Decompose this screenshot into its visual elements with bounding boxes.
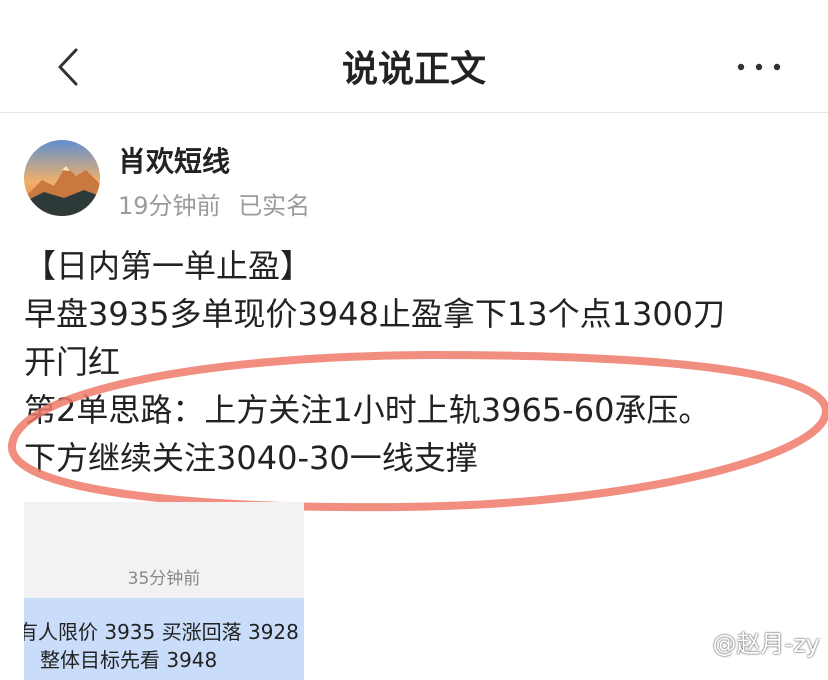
post-content: 【日内第一单止盈】 早盘3935多单现价3948止盈拿下13个点1300刀 开门… — [24, 242, 814, 482]
image-thumbnail[interactable]: 35分钟前 有人限价 3935 买涨回落 3928 整体目标先看 3948 — [24, 502, 304, 680]
post-line: 开门红 — [24, 343, 121, 381]
page-title: 说说正文 — [341, 49, 486, 90]
avatar[interactable] — [24, 140, 100, 216]
more-dots-icon[interactable] — [734, 52, 784, 82]
post-line: 早盘3935多单现价3948止盈拿下13个点1300刀 — [24, 295, 726, 333]
watermark: @赵月-zy — [712, 630, 820, 658]
thumbnail-line: 整体目标先看 3948 — [40, 648, 218, 672]
post-line: 第2单思路：上方关注1小时上轨3965-60承压。 — [24, 391, 711, 429]
post-time: 19分钟前 — [118, 192, 221, 220]
post-line: 下方继续关注3040-30一线支撑 — [24, 439, 478, 477]
thumbnail-line: 有人限价 3935 买涨回落 3928 — [24, 620, 299, 644]
thumbnail-time: 35分钟前 — [127, 569, 201, 589]
verified-badge: 已实名 — [238, 192, 311, 220]
post-meta: 19分钟前 已实名 — [118, 186, 320, 221]
author-name[interactable]: 肖欢短线 — [118, 140, 230, 180]
post-line: 【日内第一单止盈】 — [24, 247, 313, 285]
thumbnail-message-bubble: 有人限价 3935 买涨回落 3928 整体目标先看 3948 — [24, 598, 304, 680]
top-nav-bar: 说说正文 — [0, 0, 828, 113]
